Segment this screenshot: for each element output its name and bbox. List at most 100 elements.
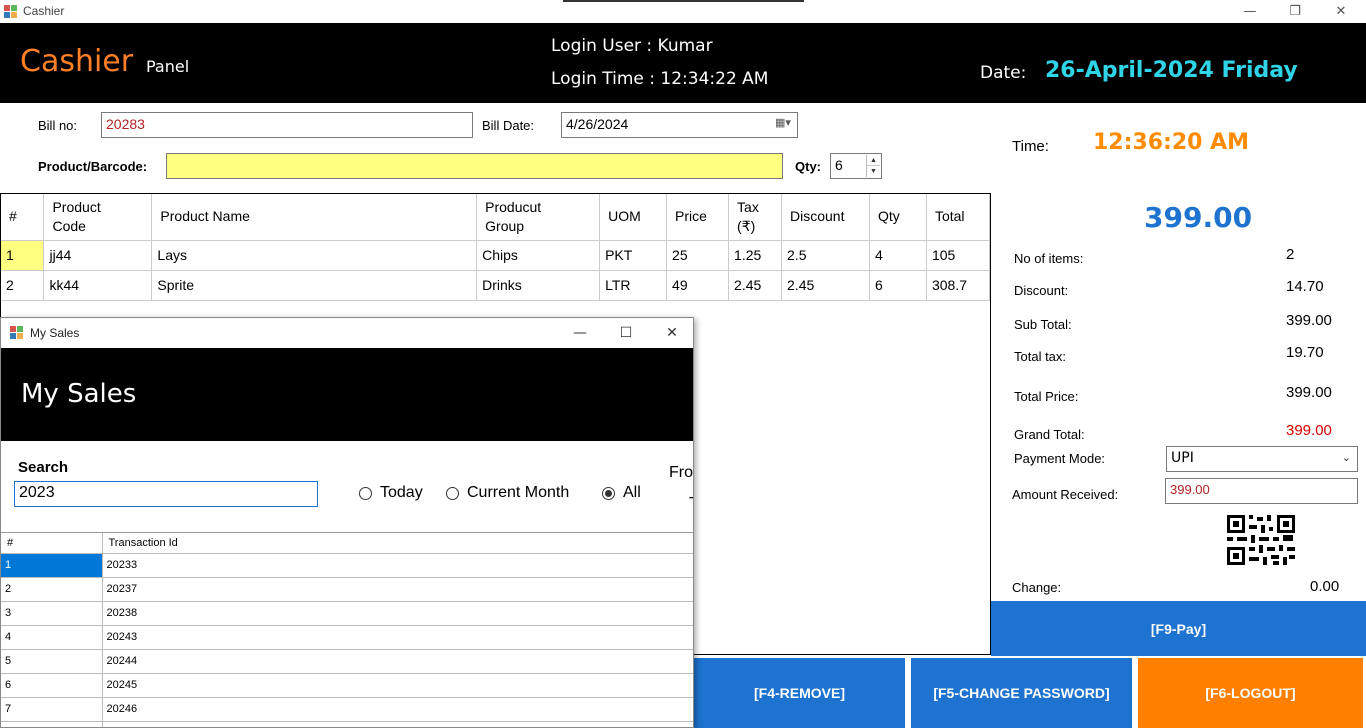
table-cell[interactable]: 20238 — [102, 601, 693, 626]
table-cell[interactable]: 4 — [869, 240, 927, 271]
payment-mode-value: UPI — [1171, 450, 1194, 466]
radio-all[interactable]: All — [602, 484, 641, 502]
table-row[interactable]: 4 20243 — [1, 625, 693, 650]
my-sales-maximize-button[interactable]: ☐ — [611, 322, 641, 344]
col-discount[interactable]: Discount — [781, 194, 870, 241]
table-row[interactable]: 1 jj44 Lays Chips PKT 25 1.25 2.5 4 105 — [1, 240, 991, 271]
restore-button[interactable]: ❐ — [1272, 0, 1318, 23]
col-product-group[interactable]: Producut Group — [476, 194, 601, 241]
calendar-dropdown-icon[interactable]: ▦▾ — [775, 116, 793, 132]
bill-date-label: Bill Date: — [482, 118, 535, 133]
table-cell[interactable]: 2 — [1, 270, 45, 301]
change-password-button[interactable]: [F5-CHANGE PASSWORD] — [911, 658, 1132, 728]
table-cell[interactable]: 6 — [1, 673, 103, 698]
table-cell[interactable]: Sprite — [151, 270, 478, 301]
close-button[interactable]: ✕ — [1318, 0, 1364, 23]
radio-all-label: All — [623, 484, 641, 501]
amount-received-input[interactable]: 399.00 — [1165, 478, 1358, 504]
search-input[interactable]: 2023 — [14, 481, 318, 507]
spin-down-icon[interactable]: ▼ — [867, 166, 880, 177]
total-price-label: Total Price: — [1014, 389, 1079, 404]
table-cell[interactable]: 20233 — [102, 553, 693, 578]
table-cell[interactable]: kk44 — [43, 270, 153, 301]
table-cell[interactable]: Lays — [151, 240, 478, 271]
table-cell[interactable]: 2 — [1, 577, 103, 602]
my-sales-header: My Sales — [1, 348, 693, 441]
table-row[interactable]: 2 kk44 Sprite Drinks LTR 49 2.45 2.45 6 … — [1, 270, 991, 301]
minimize-icon: — — [1243, 4, 1257, 19]
table-cell[interactable]: 20237 — [102, 577, 693, 602]
bill-date-picker[interactable]: 4/26/2024 ▦▾ — [561, 112, 798, 138]
table-cell[interactable]: 25 — [666, 240, 730, 271]
spin-up-icon[interactable]: ▲ — [867, 155, 880, 166]
table-cell[interactable]: Chips — [476, 240, 601, 271]
table-row[interactable]: 6 20245 — [1, 673, 693, 698]
col-tax[interactable]: Tax (₹) — [728, 194, 783, 241]
table-cell[interactable]: 105 — [926, 240, 991, 271]
table-cell[interactable]: 20246 — [102, 697, 693, 722]
table-cell[interactable]: 20245 — [102, 673, 693, 698]
col-price[interactable]: Price — [666, 194, 730, 241]
table-cell[interactable]: LTR — [599, 270, 668, 301]
radio-checked-icon — [602, 486, 615, 500]
table-cell[interactable]: 2.45 — [728, 270, 783, 301]
table-row[interactable]: 1 20233 — [1, 553, 693, 578]
table-cell[interactable]: 20243 — [102, 625, 693, 650]
col-uom[interactable]: UOM — [599, 194, 668, 241]
col-qty[interactable]: Qty — [869, 194, 927, 241]
table-cell[interactable]: 1.25 — [728, 240, 783, 271]
payment-mode-select[interactable]: UPI ⌄ — [1166, 446, 1358, 472]
table-cell[interactable]: 3 — [1, 601, 103, 626]
my-sales-close-button[interactable]: ✕ — [657, 322, 687, 344]
transactions-grid[interactable]: # Transaction Id 1 20233 2 20237 3 20238 42… — [1, 532, 693, 727]
table-row[interactable]: 20247 — [1, 721, 693, 727]
table-cell[interactable]: PKT — [599, 240, 668, 271]
radio-today[interactable]: Today — [359, 484, 423, 502]
table-cell[interactable]: 4 — [1, 625, 103, 650]
table-cell[interactable]: 49 — [666, 270, 730, 301]
qty-spin-buttons[interactable]: ▲ ▼ — [866, 155, 880, 177]
my-sales-minimize-button[interactable]: — — [565, 322, 595, 344]
table-cell[interactable]: jj44 — [43, 240, 153, 271]
subtotal-label: Sub Total: — [1014, 317, 1072, 332]
col-total[interactable]: Total — [926, 194, 991, 241]
radio-circle-icon — [446, 486, 459, 500]
col-index[interactable]: # — [1, 533, 103, 554]
change-label: Change: — [1012, 580, 1062, 595]
table-row[interactable]: 2 20237 — [1, 577, 693, 602]
table-cell[interactable]: 1 — [1, 240, 45, 271]
table-cell[interactable]: 5 — [1, 649, 103, 674]
minimize-button[interactable]: — — [1227, 0, 1273, 23]
col-product-code[interactable]: Product Code — [43, 194, 153, 241]
remove-button[interactable]: [F4-REMOVE] — [694, 658, 905, 728]
col-transaction-id[interactable]: Transaction Id — [102, 533, 693, 554]
brand-subtitle: Panel — [146, 57, 190, 76]
discount-value: 14.70 — [1286, 278, 1324, 295]
table-cell[interactable]: 20244 — [102, 649, 693, 674]
table-row[interactable]: 7 20246 — [1, 697, 693, 722]
table-cell[interactable]: 308.7 — [926, 270, 991, 301]
col-product-name[interactable]: Product Name — [151, 194, 478, 241]
table-cell[interactable]: 2.45 — [781, 270, 870, 301]
table-row[interactable]: 3 20238 — [1, 601, 693, 626]
table-cell[interactable]: 1 — [1, 553, 103, 578]
my-sales-title-bar: My Sales — ☐ ✕ — [1, 318, 693, 348]
table-cell[interactable] — [1, 721, 103, 727]
my-sales-window-title: My Sales — [30, 326, 80, 340]
product-barcode-input[interactable] — [166, 153, 783, 179]
table-row[interactable]: 5 20244 — [1, 649, 693, 674]
pay-button[interactable]: [F9-Pay] — [991, 601, 1366, 656]
col-index[interactable]: # — [1, 194, 45, 241]
my-sales-window[interactable]: My Sales — ☐ ✕ My Sales Search 2023 Toda… — [0, 317, 694, 728]
table-cell[interactable]: Drinks — [476, 270, 601, 301]
from-label: Fro — [669, 464, 693, 481]
table-cell[interactable]: 20247 — [102, 721, 693, 727]
logout-button[interactable]: [F6-LOGOUT] — [1138, 658, 1363, 728]
taskbar-indicator — [563, 0, 804, 2]
table-cell[interactable]: 6 — [869, 270, 927, 301]
radio-current-month[interactable]: Current Month — [446, 484, 569, 502]
table-cell[interactable]: 2.5 — [781, 240, 870, 271]
qty-stepper[interactable]: 6 ▲ ▼ — [830, 153, 882, 179]
table-cell[interactable]: 7 — [1, 697, 103, 722]
bill-no-field[interactable]: 20283 — [101, 112, 473, 138]
